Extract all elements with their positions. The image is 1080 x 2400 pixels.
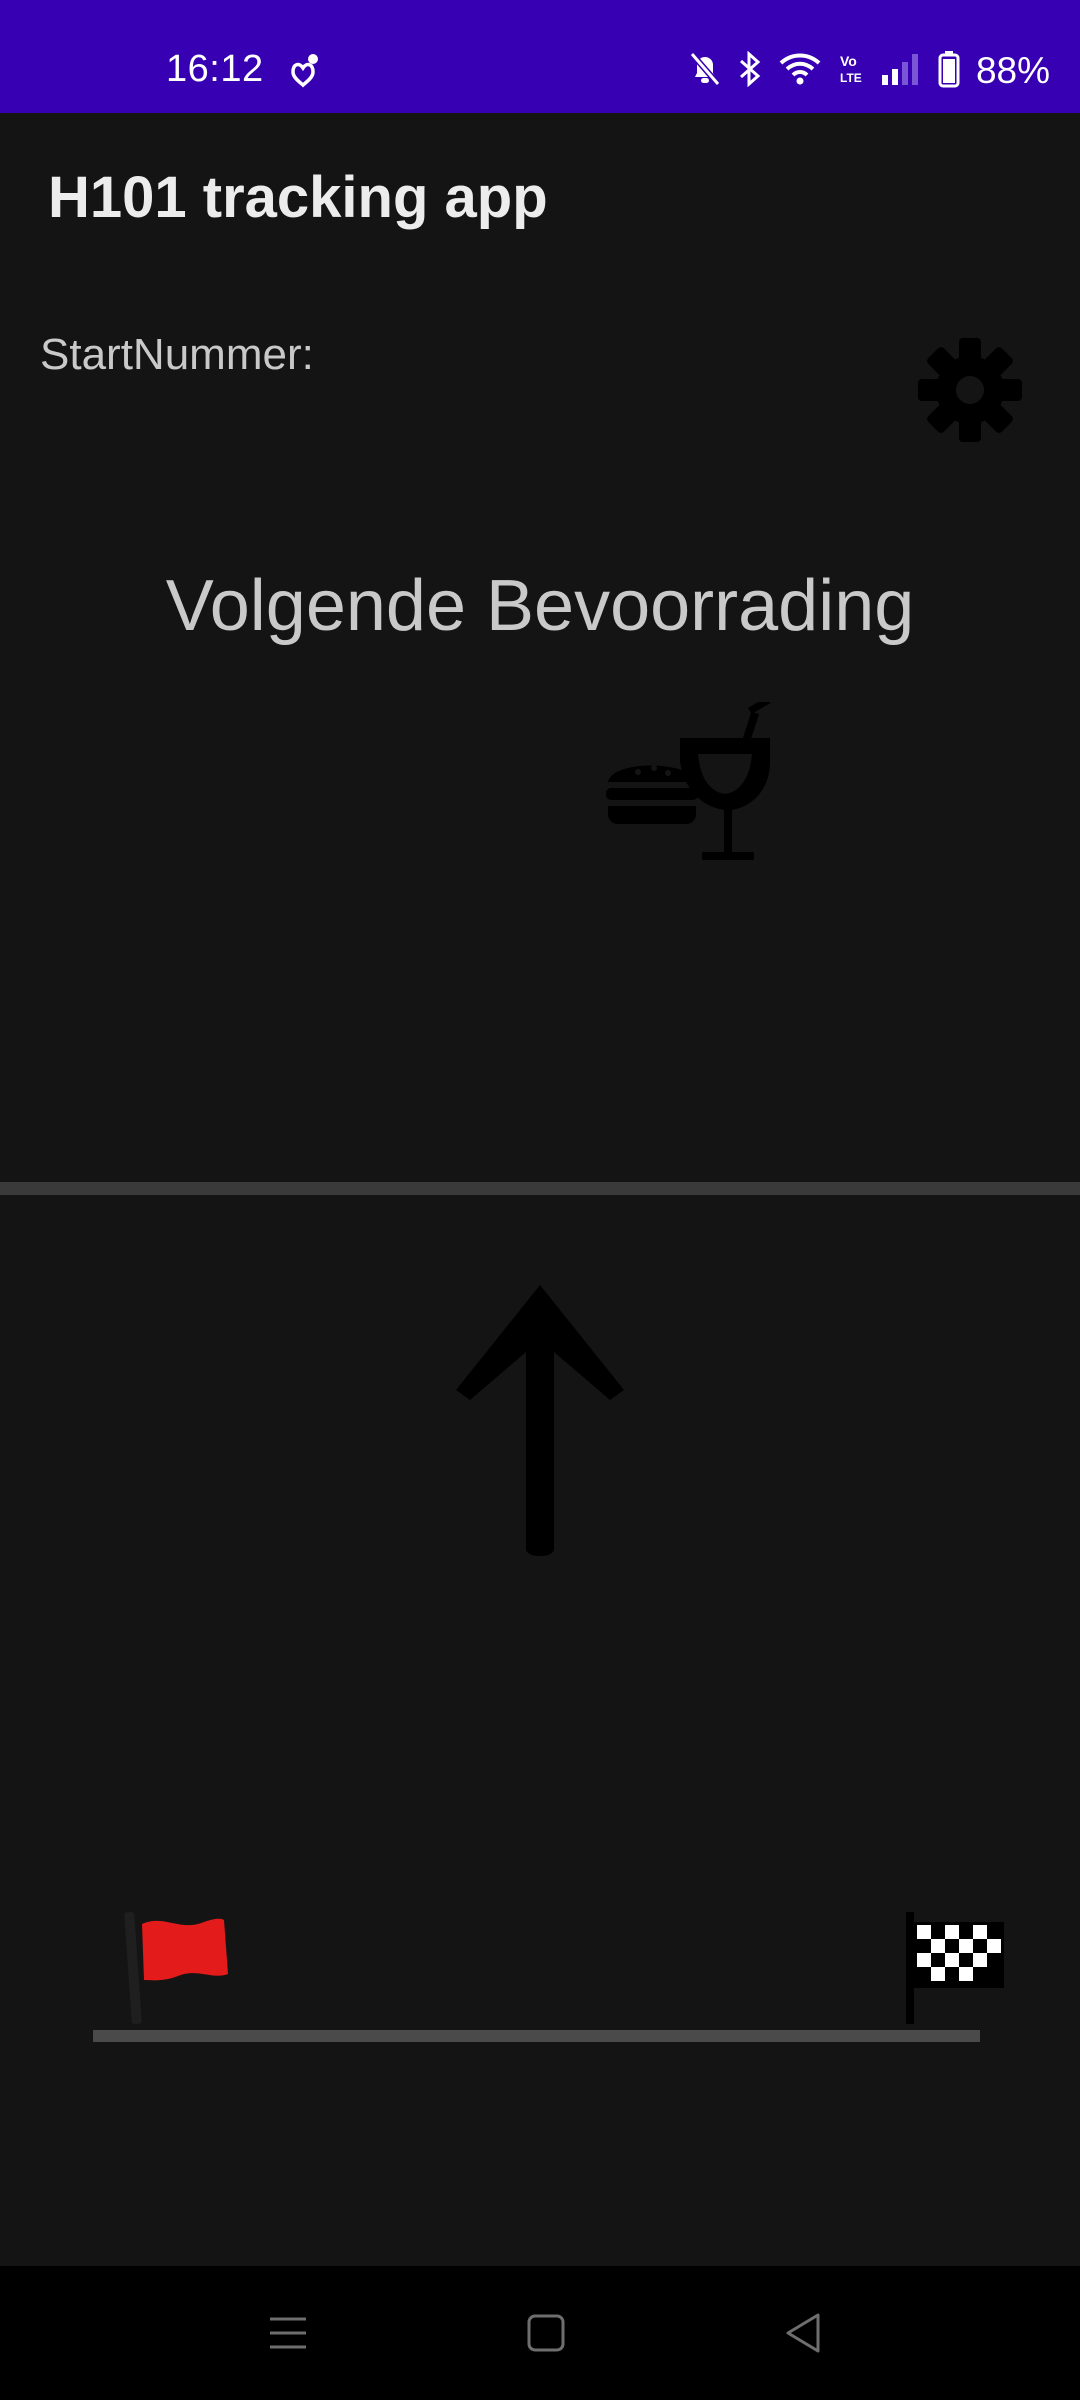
home-icon[interactable] xyxy=(526,2313,566,2358)
checkered-flag-icon xyxy=(904,1910,1008,2031)
status-icons: Vo LTE 88% xyxy=(688,46,1050,96)
signal-icon xyxy=(880,51,922,92)
mute-icon xyxy=(688,51,722,92)
next-supply-title: Volgende Bevoorrading xyxy=(165,566,915,646)
arrow-up-icon xyxy=(450,1280,630,1565)
svg-text:LTE: LTE xyxy=(840,71,862,85)
section-divider xyxy=(0,1182,1080,1195)
app-screen: 16:12 Vo LTE 88% H101 tracking app Start… xyxy=(0,0,1080,2400)
back-icon[interactable] xyxy=(782,2311,824,2360)
status-bar: 16:12 Vo LTE 88% xyxy=(0,0,1080,113)
food-drink-icon xyxy=(604,696,780,873)
app-title: H101 tracking app xyxy=(48,165,548,230)
wifi-icon xyxy=(778,51,822,92)
progress-track xyxy=(93,2030,980,2042)
status-time: 16:12 xyxy=(166,48,264,90)
menu-icon[interactable] xyxy=(268,2313,308,2358)
battery-percentage: 88% xyxy=(975,50,1050,91)
volte-icon: Vo LTE xyxy=(838,51,864,92)
svg-text:Vo: Vo xyxy=(840,53,857,69)
start-number-label: StartNummer: xyxy=(40,330,314,379)
red-flag-icon xyxy=(124,1910,234,2031)
bluetooth-icon xyxy=(738,50,762,92)
gear-icon xyxy=(918,338,1022,442)
notification-heart-icon xyxy=(283,50,323,95)
battery-icon xyxy=(938,50,960,93)
settings-button[interactable] xyxy=(910,330,1030,450)
